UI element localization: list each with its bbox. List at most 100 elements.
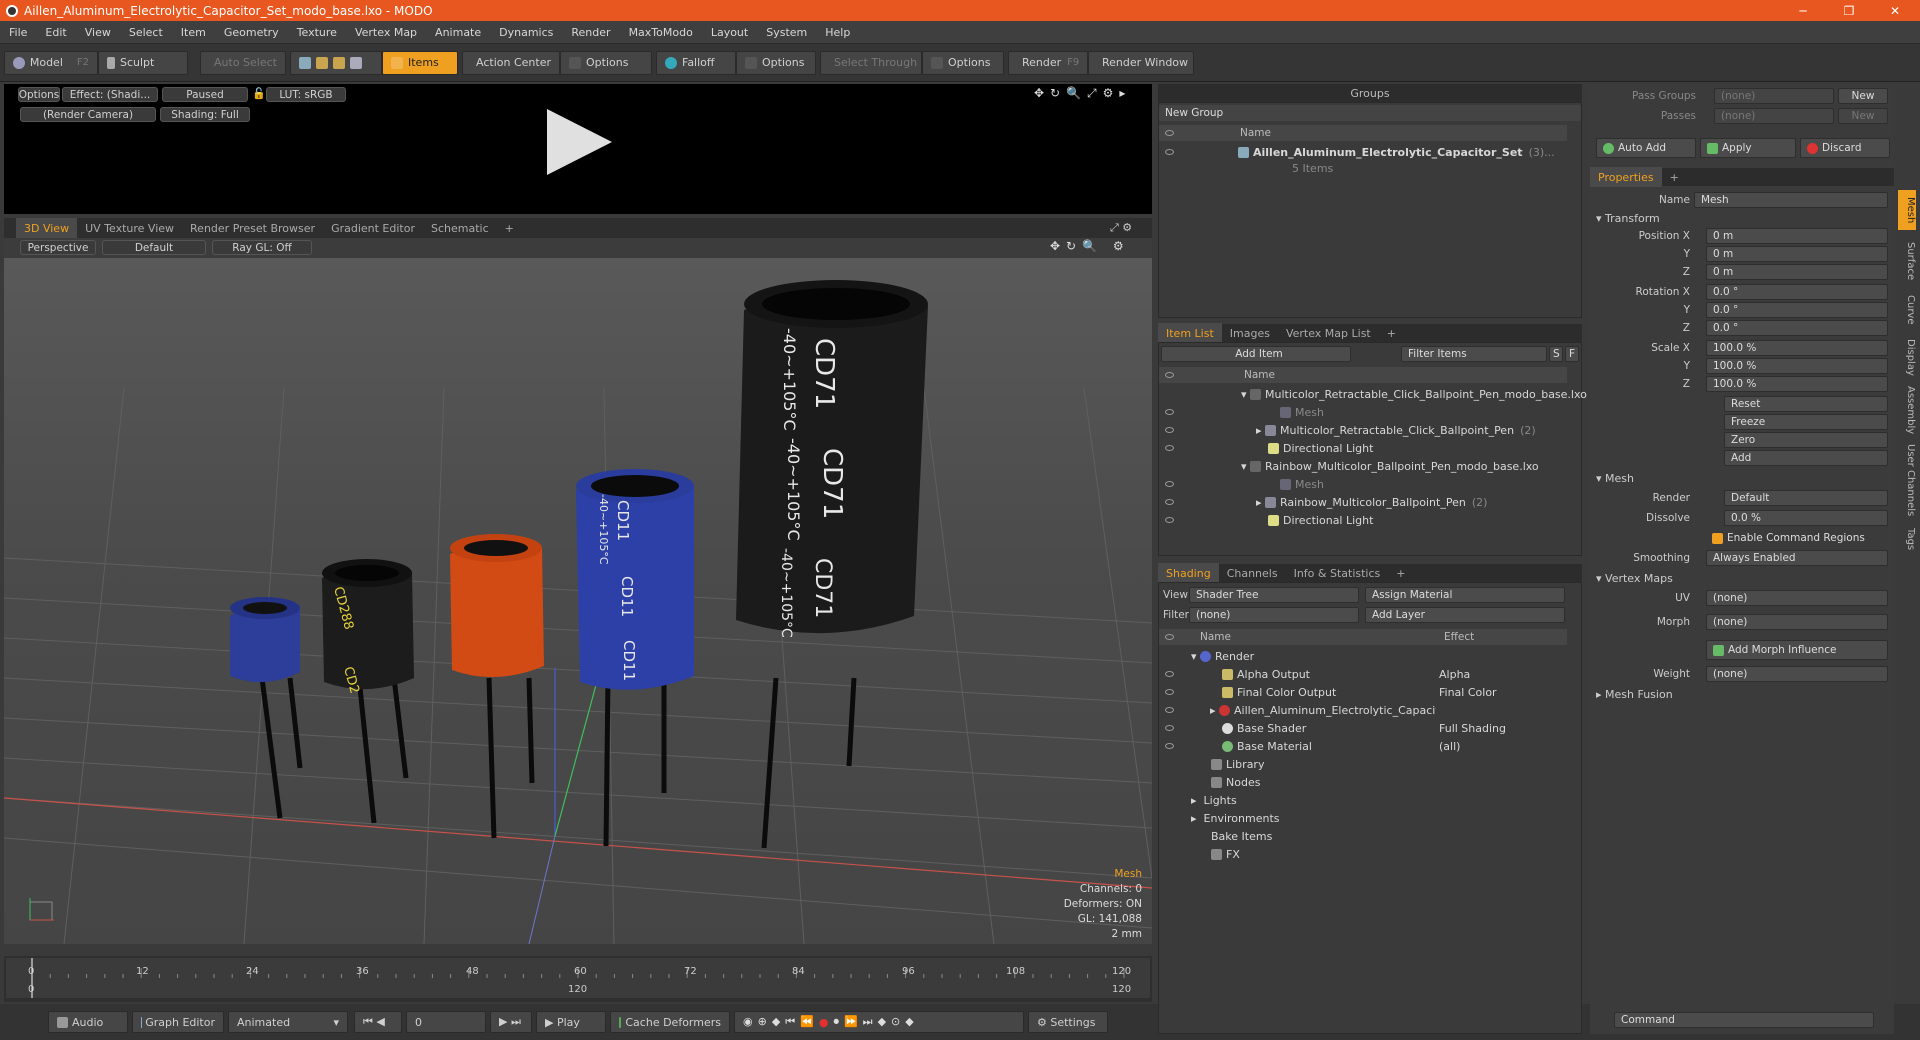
discard-button[interactable]: Discard [1800,138,1890,158]
menu-item[interactable]: Item [172,26,215,39]
menu-file[interactable]: File [0,26,36,39]
menu-dynamics[interactable]: Dynamics [490,26,562,39]
tab-3d-view[interactable]: 3D View [16,218,78,238]
shader-row[interactable]: Alpha Output Alpha [1159,665,1567,683]
rotation-x-field[interactable]: 0.0 ° [1706,284,1888,300]
side-tab-tags[interactable]: Tags [1898,524,1916,554]
mesh-section[interactable]: ▾ Mesh [1596,472,1634,485]
tab-properties[interactable]: Properties [1590,167,1662,187]
side-tab-assembly[interactable]: Assembly [1898,384,1916,436]
scale-y-field[interactable]: 100.0 % [1706,358,1888,374]
shader-row[interactable]: Nodes [1211,773,1260,791]
tab-channels[interactable]: Channels [1219,563,1286,583]
list-item[interactable]: ▸ Multicolor_Retractable_Click_Ballpoint… [1159,421,1536,439]
step-forward-buttons[interactable]: ▶ ⏭ [490,1011,532,1033]
auto-add-button[interactable]: Auto Add [1596,138,1696,158]
add-tab-button[interactable]: + [497,218,522,238]
menu-select[interactable]: Select [120,26,172,39]
tab-add[interactable]: + [1662,167,1687,187]
model-mode-button[interactable]: Model F2 [4,50,98,75]
animated-dropdown[interactable]: Animated ▾ [228,1011,348,1033]
eye-icon[interactable] [1165,689,1174,695]
tab-images[interactable]: Images [1222,323,1278,343]
position-y-field[interactable]: 0 m [1706,246,1888,262]
tab-add[interactable]: + [1379,323,1404,343]
name-field[interactable]: Mesh [1694,192,1888,208]
tab-vertex-map-list[interactable]: Vertex Map List [1278,323,1379,343]
side-tab-display[interactable]: Display [1898,334,1916,380]
list-item[interactable]: ▾ Rainbow_Multicolor_Ballpoint_Pen_modo_… [1241,457,1539,475]
menu-maxtomodo[interactable]: MaxToModo [620,26,702,39]
eye-icon[interactable] [1165,725,1174,731]
freeze-dropdown[interactable]: Freeze [1724,414,1888,430]
eye-icon[interactable] [1165,743,1174,749]
position-x-field[interactable]: 0 m [1706,228,1888,244]
shading-dropdown[interactable]: Shading: Full [160,107,250,122]
group-item-row[interactable]: Aillen_Aluminum_Electrolytic_Capacitor_S… [1159,143,1567,161]
transform-section[interactable]: ▾ Transform [1596,212,1660,225]
passes-dropdown[interactable]: (none) [1714,108,1834,124]
new-group-button[interactable]: New Group [1159,105,1581,121]
close-button[interactable]: ✕ [1872,0,1918,21]
morph-dropdown[interactable]: (none) [1706,614,1888,630]
shader-row[interactable]: Final Color Output Final Color [1159,683,1567,701]
render-button[interactable]: Render F9 [1008,50,1088,75]
rotation-y-field[interactable]: 0.0 ° [1706,302,1888,318]
reset-dropdown[interactable]: Reset [1724,396,1888,412]
tab-info-statistics[interactable]: Info & Statistics [1286,563,1389,583]
menu-animate[interactable]: Animate [426,26,490,39]
list-item[interactable]: ▾ Multicolor_Retractable_Click_Ballpoint… [1241,385,1587,403]
eye-icon[interactable] [1165,149,1174,155]
shader-row[interactable]: ▸ Lights [1191,791,1237,809]
s-toggle[interactable]: S [1549,346,1563,362]
zero-dropdown[interactable]: Zero [1724,432,1888,448]
command-input[interactable]: Command [1614,1012,1874,1028]
play-icon[interactable] [547,109,612,175]
timeline[interactable]: 0 12 24 36 48 60 72 84 96 108 120 0 120 … [4,956,1152,1002]
scale-x-field[interactable]: 100.0 % [1706,340,1888,356]
eye-icon[interactable] [1165,427,1174,433]
eye-icon[interactable] [1165,481,1174,487]
shader-row[interactable]: ▸ Environments [1191,809,1279,827]
sculpt-mode-button[interactable]: Sculpt [98,50,188,75]
menu-layout[interactable]: Layout [702,26,757,39]
menu-system[interactable]: System [757,26,816,39]
side-tab-curve[interactable]: Curve [1898,290,1916,330]
rotation-z-field[interactable]: 0.0 ° [1706,320,1888,336]
enable-command-regions-checkbox[interactable]: Enable Command Regions [1706,530,1888,546]
filter-items-input[interactable]: Filter Items [1401,346,1547,362]
minimize-button[interactable]: ─ [1780,0,1826,21]
shader-row[interactable]: ▾ Render [1159,647,1567,665]
list-item[interactable]: Mesh [1159,475,1324,493]
render-preview[interactable]: Options Effect: (Shadi... Paused 🔓 LUT: … [4,84,1152,214]
menu-edit[interactable]: Edit [36,26,75,39]
tab-gradient-editor[interactable]: Gradient Editor [323,218,423,238]
render-window-button[interactable]: Render Window [1088,50,1194,75]
list-item[interactable]: ▸ Rainbow_Multicolor_Ballpoint_Pen (2) [1159,493,1487,511]
position-z-field[interactable]: 0 m [1706,264,1888,280]
list-item[interactable]: Directional Light [1159,439,1373,457]
preview-options-button[interactable]: Options [18,87,60,102]
menu-help[interactable]: Help [816,26,859,39]
shader-row[interactable]: Base Material (all) [1159,737,1567,755]
shader-row[interactable]: Bake Items [1211,827,1272,845]
items-mode-button[interactable]: Items [382,50,458,75]
graph-editor-button[interactable]: Graph Editor [132,1011,224,1033]
preview-paused-button[interactable]: Paused [162,87,248,102]
maximize-button[interactable]: ❐ [1826,0,1872,21]
list-item[interactable]: Mesh [1159,403,1324,421]
auto-select-button[interactable]: Auto Select [200,50,286,75]
tab-uv-texture-view[interactable]: UV Texture View [77,218,182,238]
selection-mode-group[interactable] [290,50,382,75]
tab-shading[interactable]: Shading [1158,563,1219,583]
new-pass-button[interactable]: New [1838,108,1888,124]
side-tab-surface[interactable]: Surface [1898,236,1916,286]
menu-vertex-map[interactable]: Vertex Map [346,26,426,39]
falloff-button[interactable]: Falloff [656,50,736,75]
timeline-ruler[interactable]: 0 12 24 36 48 60 72 84 96 108 120 0 120 … [6,958,1150,998]
add-morph-influence-button[interactable]: Add Morph Influence [1706,640,1888,660]
audio-button[interactable]: Audio [48,1011,128,1033]
eye-icon[interactable] [1165,671,1174,677]
3d-viewport[interactable]: Perspective Default Ray GL: Off ✥↻🔍 ⚙ CD… [4,238,1152,944]
side-tab-mesh[interactable]: Mesh [1898,190,1916,230]
